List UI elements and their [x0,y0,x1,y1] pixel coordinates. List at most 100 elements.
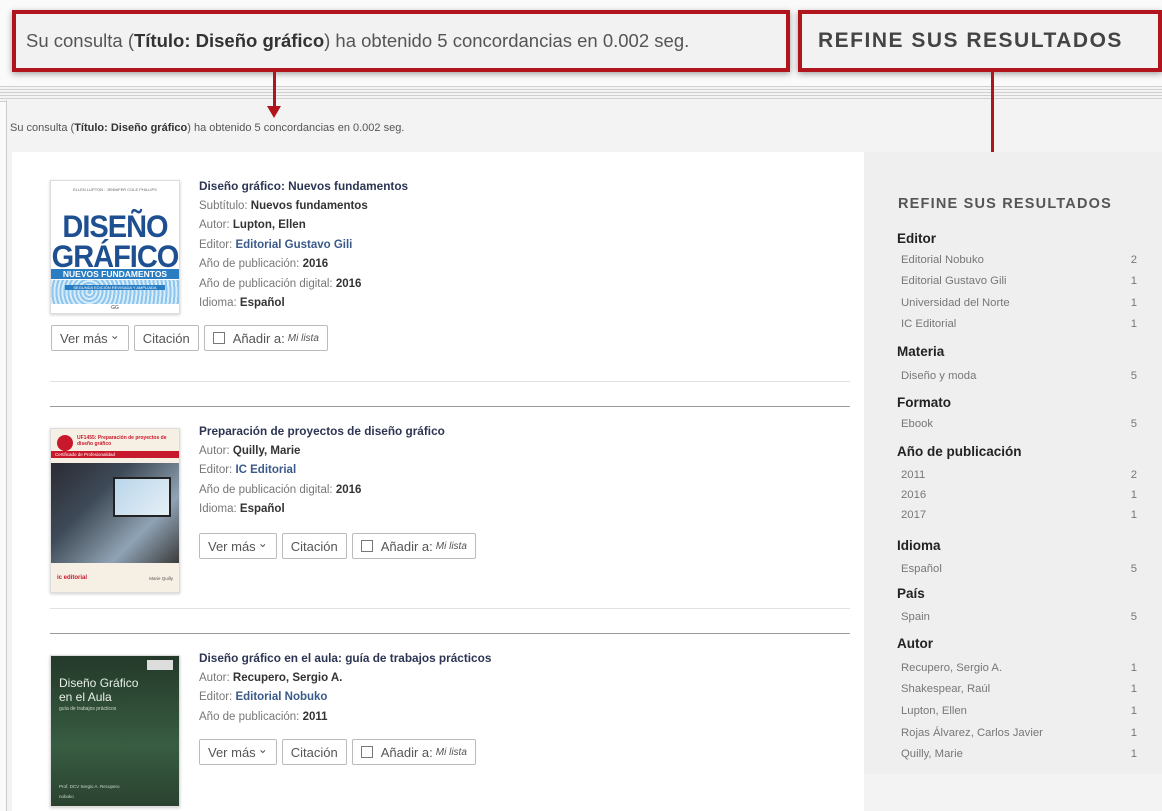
book-cover[interactable]: Diseño Gráfico en el Aula guía de trabaj… [50,655,180,807]
facet-count: 5 [1130,611,1137,623]
facet-label: IC Editorial [901,318,957,330]
checkbox-icon[interactable] [360,540,373,552]
facet-count: 5 [1130,370,1137,382]
label: Año de publicación: [199,258,303,270]
cover-band: SEGUNDA EDICIÓN REVISADA Y AMPLIADA [65,285,165,290]
facet-item[interactable]: 2011 2 [901,469,1137,481]
facet-item[interactable]: IC Editorial 1 [901,318,1137,330]
editor-link[interactable]: Editorial Nobuko [235,691,327,703]
label: Autor: [199,219,233,231]
facet-item[interactable]: 2017 1 [901,509,1137,521]
facet-count: 1 [1130,683,1137,695]
cover-line2: en el Aula [59,690,112,704]
result-divider [50,406,850,407]
facet-label: Shakespear, Raúl [901,683,991,695]
cover-logo [147,660,173,670]
editor-link[interactable]: Editorial Gustavo Gili [235,239,352,251]
facet-heading-materia: Materia [897,344,945,359]
callout-query-pre: Su consulta ( [26,30,134,51]
anadir-label: Añadir a: [380,744,433,760]
facet-item[interactable]: Editorial Nobuko 2 [901,254,1137,266]
add-to-list-button[interactable]: Añadir a: Mi lista [203,325,328,351]
ver-mas-button[interactable]: Ver más ⌄ [199,533,277,559]
facet-item[interactable]: Diseño y moda 5 [901,370,1137,382]
facet-count: 1 [1130,489,1137,501]
callout-query-bold: Título: Diseño gráfico [133,30,325,51]
facet-item[interactable]: Rojas Álvarez, Carlos Javier 1 [901,727,1137,739]
result-editor: Editor: Editorial Nobuko [199,688,491,708]
book-cover[interactable]: ELLEN LUPTON · JENNIFER COLE PHILLIPS DI… [50,180,180,314]
checkbox-icon[interactable] [212,332,225,344]
facet-item[interactable]: Español 5 [901,563,1137,575]
result-subtitle: Subtítulo: Nuevos fundamentos [199,197,408,217]
arrow-left-line [273,72,276,108]
facet-count: 1 [1130,275,1137,287]
result-language: Idioma: Español [199,294,408,314]
ver-mas-label: Ver más [60,330,108,346]
citacion-button[interactable]: Citación [133,325,199,351]
citacion-button[interactable]: Citación [281,533,347,559]
facet-count: 1 [1130,509,1137,521]
facet-label: Quilly, Marie [901,748,963,760]
cover-screen [113,477,171,517]
result-title[interactable]: Diseño gráfico: Nuevos fundamentos [199,177,408,197]
value: 2016 [302,258,329,270]
facet-count: 1 [1130,748,1137,760]
result-pub-digital: Año de publicación digital: 2016 [199,275,408,295]
book-cover[interactable]: UF1455: Preparación de proyectos de dise… [50,428,180,593]
mi-lista-label: Mi lista [435,746,467,758]
chevron-down-icon: ⌄ [109,328,120,342]
result-title[interactable]: Diseño gráfico en el aula: guía de traba… [199,649,491,669]
value: 2016 [335,483,362,496]
ver-mas-button[interactable]: Ver más ⌄ [51,325,129,351]
facet-item[interactable]: Quilly, Marie 1 [901,748,1137,760]
result-info: Diseño gráfico: Nuevos fundamentos Subtí… [199,177,408,314]
anadir-label: Añadir a: [232,330,285,346]
query-post: ) ha obtenido 5 concordancias en 0.002 s… [187,122,405,134]
result-info: Diseño gráfico en el aula: guía de traba… [199,649,491,727]
facet-item[interactable]: Ebook 5 [901,418,1137,430]
cover-publisher: GG [111,305,119,311]
facet-count: 5 [1130,563,1137,575]
facet-label: Ebook [901,418,934,430]
facet-label: Diseño y moda [901,370,977,382]
facet-item[interactable]: Recupero, Sergio A. 1 [901,662,1137,674]
facet-heading-ano: Año de publicación [897,444,1022,459]
facet-label: 2011 [901,469,926,481]
result-author: Autor: Recupero, Sergio A. [199,669,491,689]
label: Idioma: [199,297,240,309]
facet-item[interactable]: Lupton, Ellen 1 [901,705,1137,717]
facet-label: Editorial Nobuko [901,254,984,266]
ver-mas-label: Ver más [208,744,256,760]
facet-label: Lupton, Ellen [901,705,967,717]
chevron-down-icon: ⌄ [257,536,268,550]
value: Recupero, Sergio A. [232,671,343,684]
editor-link[interactable]: IC Editorial [235,464,296,476]
facet-item[interactable]: Spain 5 [901,611,1137,623]
checkbox-icon[interactable] [360,746,373,758]
facet-label: Editorial Gustavo Gili [901,275,1007,287]
value: Español [239,503,285,515]
label: Año de publicación: [199,710,303,723]
result-info: Preparación de proyectos de diseño gráfi… [199,422,445,520]
arrow-left-head [267,106,281,118]
facet-item[interactable]: Universidad del Norte 1 [901,297,1137,309]
citacion-button[interactable]: Citación [281,739,347,765]
result-title[interactable]: Preparación de proyectos de diseño gráfi… [199,422,445,442]
add-to-list-button[interactable]: Añadir a: Mi lista [351,739,476,765]
result-author: Autor: Quilly, Marie [199,442,445,462]
facet-item[interactable]: 2016 1 [901,489,1137,501]
facet-heading-editor: Editor [897,231,936,246]
ver-mas-label: Ver más [208,538,256,554]
result-pub-year: Año de publicación: 2011 [199,708,491,728]
facet-heading-pais: País [897,586,925,601]
result-actions: Ver más ⌄ Citación Añadir a: Mi lista [199,739,476,765]
add-to-list-button[interactable]: Añadir a: Mi lista [351,533,476,559]
ver-mas-button[interactable]: Ver más ⌄ [199,739,277,765]
cover-line1: Diseño Gráfico [59,676,139,690]
facet-label: 2016 [901,489,927,501]
facet-item[interactable]: Shakespear, Raúl 1 [901,683,1137,695]
cover-line3: NUEVOS FUNDAMENTOS [51,269,179,279]
facet-item[interactable]: Editorial Gustavo Gili 1 [901,275,1137,287]
facet-heading-formato: Formato [897,395,951,410]
